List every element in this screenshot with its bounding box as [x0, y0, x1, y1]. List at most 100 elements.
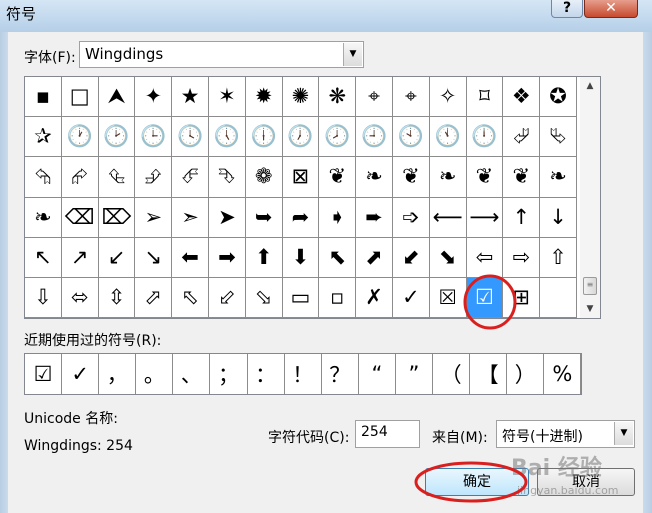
symbol-cell[interactable]: ⌦: [98, 197, 136, 238]
symbol-cell[interactable]: ▪: [25, 77, 62, 118]
recent-symbol-cell[interactable]: ☑: [25, 354, 63, 394]
symbol-cell[interactable]: ➥: [245, 197, 283, 238]
symbol-cell[interactable]: ⇩: [25, 277, 62, 318]
symbol-cell[interactable]: ❦: [503, 157, 541, 198]
recent-symbol-cell[interactable]: 【: [470, 354, 508, 394]
symbol-cell[interactable]: 🕚: [429, 117, 467, 158]
recent-symbol-cell[interactable]: %: [544, 354, 582, 394]
recent-symbol-cell[interactable]: 。: [136, 354, 174, 394]
symbol-cell[interactable]: ⮴: [98, 157, 136, 198]
scroll-thumb[interactable]: ≡: [583, 277, 597, 295]
recent-symbol-cell[interactable]: ！: [285, 354, 322, 394]
symbol-cell[interactable]: 🕕: [245, 117, 283, 158]
symbol-cell[interactable]: ⬅: [172, 237, 209, 278]
symbol-cell[interactable]: 🕒: [135, 117, 173, 158]
symbol-cell[interactable]: ⬂: [245, 277, 283, 318]
symbol-cell[interactable]: ↗: [61, 237, 99, 278]
symbol-cell[interactable]: 🕔: [208, 117, 246, 158]
help-button[interactable]: ?: [551, 0, 583, 18]
symbol-cell[interactable]: ✓: [392, 277, 430, 318]
recent-symbol-cell[interactable]: ：: [248, 354, 285, 394]
symbol-cell[interactable]: ⮶: [172, 157, 209, 198]
symbol-cell[interactable]: ❧: [25, 197, 62, 238]
symbol-cell[interactable]: ✺: [282, 77, 320, 118]
symbol-cell[interactable]: ⊠: [282, 157, 320, 198]
symbol-cell[interactable]: ✰: [25, 117, 62, 158]
symbol-cell[interactable]: ⬆: [245, 237, 283, 278]
recent-symbol-cell[interactable]: ，: [99, 354, 137, 394]
symbol-cell[interactable]: ✦: [135, 77, 173, 118]
symbol-cell[interactable]: ➨: [356, 197, 393, 238]
symbol-cell[interactable]: ⬈: [356, 237, 393, 278]
symbol-cell[interactable]: ❦: [466, 157, 504, 198]
symbol-cell[interactable]: 🕖: [282, 117, 320, 158]
symbol-cell[interactable]: ⊞: [503, 277, 541, 318]
symbol-cell[interactable]: 🕐: [61, 117, 99, 158]
symbol-cell[interactable]: ⬋: [392, 237, 430, 278]
symbol-cell[interactable]: ➧: [319, 197, 357, 238]
symbol-grid-scrollbar[interactable]: ▲ ≡ ▼: [580, 77, 600, 318]
symbol-cell[interactable]: ➩: [392, 197, 430, 238]
symbol-cell[interactable]: ⬉: [319, 237, 357, 278]
recent-symbol-cell[interactable]: ；: [210, 354, 248, 394]
symbol-cell[interactable]: ⮵: [135, 157, 173, 198]
symbol-cell[interactable]: ↘: [135, 237, 173, 278]
symbol-cell[interactable]: ✹: [245, 77, 283, 118]
symbol-cell[interactable]: 🕑: [98, 117, 136, 158]
symbol-cell[interactable]: ⮰: [503, 117, 541, 158]
recent-symbol-cell[interactable]: ？: [322, 354, 359, 394]
recent-symbol-cell[interactable]: “: [359, 354, 396, 394]
font-select[interactable]: Wingdings ▼: [79, 41, 364, 68]
symbol-cell[interactable]: ➢: [135, 197, 173, 238]
symbol-cell[interactable]: ❦: [392, 157, 430, 198]
close-button[interactable]: ✕: [584, 0, 638, 18]
symbol-cell[interactable]: ✶: [208, 77, 246, 118]
symbol-cell[interactable]: ⇧: [540, 237, 577, 278]
symbol-cell[interactable]: ⌫: [61, 197, 99, 238]
symbol-cell[interactable]: 🕘: [356, 117, 393, 158]
scroll-down-icon[interactable]: ▼: [580, 300, 600, 318]
symbol-cell[interactable]: ➦: [282, 197, 320, 238]
symbol-cell[interactable]: ❧: [356, 157, 393, 198]
symbol-cell[interactable]: ⌑: [466, 77, 504, 118]
symbol-cell[interactable]: ✗: [356, 277, 393, 318]
symbol-cell[interactable]: ⬄: [61, 277, 99, 318]
symbol-cell[interactable]: ⌖: [392, 77, 430, 118]
symbol-cell[interactable]: ⬀: [135, 277, 173, 318]
symbol-cell[interactable]: ⮽: [429, 277, 467, 318]
recent-symbol-cell[interactable]: （: [433, 354, 471, 394]
symbol-cell[interactable]: ↙: [98, 237, 136, 278]
symbol-cell[interactable]: ✪: [540, 77, 577, 118]
symbol-cell[interactable]: ❁: [245, 157, 283, 198]
symbol-cell[interactable]: ➡: [208, 237, 246, 278]
symbol-cell[interactable]: ⌖: [356, 77, 393, 118]
symbol-cell[interactable]: ⇳: [98, 277, 136, 318]
symbol-cell[interactable]: ▭: [282, 277, 320, 318]
symbol-cell[interactable]: ⮲: [25, 157, 62, 198]
symbol-cell[interactable]: ⮷: [208, 157, 246, 198]
symbol-cell[interactable]: 🕛: [466, 117, 504, 158]
symbol-cell[interactable]: 🕙: [392, 117, 430, 158]
symbol-cell[interactable]: ⟶: [466, 197, 504, 238]
symbol-cell[interactable]: ❧: [429, 157, 467, 198]
recent-symbol-cell[interactable]: ”: [396, 354, 434, 394]
symbol-cell[interactable]: ❋: [319, 77, 357, 118]
symbol-cell[interactable]: ⬇: [282, 237, 320, 278]
symbol-cell[interactable]: ⟵: [429, 197, 467, 238]
symbol-cell[interactable]: ➤: [208, 197, 246, 238]
symbol-cell[interactable]: ↓: [540, 197, 577, 238]
symbol-cell[interactable]: ⬃: [208, 277, 246, 318]
symbol-cell[interactable]: ▫: [319, 277, 357, 318]
chevron-down-icon[interactable]: ▼: [614, 422, 633, 445]
symbol-cell[interactable]: ⬊: [429, 237, 467, 278]
symbol-cell[interactable]: ★: [172, 77, 209, 118]
char-code-input[interactable]: 254: [355, 420, 420, 448]
symbol-cell[interactable]: ↖: [25, 237, 62, 278]
scroll-up-icon[interactable]: ▲: [580, 77, 600, 95]
symbol-cell[interactable]: ➣: [172, 197, 209, 238]
symbol-cell[interactable]: ⮱: [540, 117, 577, 158]
symbol-cell[interactable]: ⇦: [466, 237, 504, 278]
symbol-cell[interactable]: ↑: [503, 197, 541, 238]
from-select[interactable]: 符号(十进制) ▼: [496, 420, 635, 448]
symbol-cell[interactable]: ⬁: [172, 277, 209, 318]
